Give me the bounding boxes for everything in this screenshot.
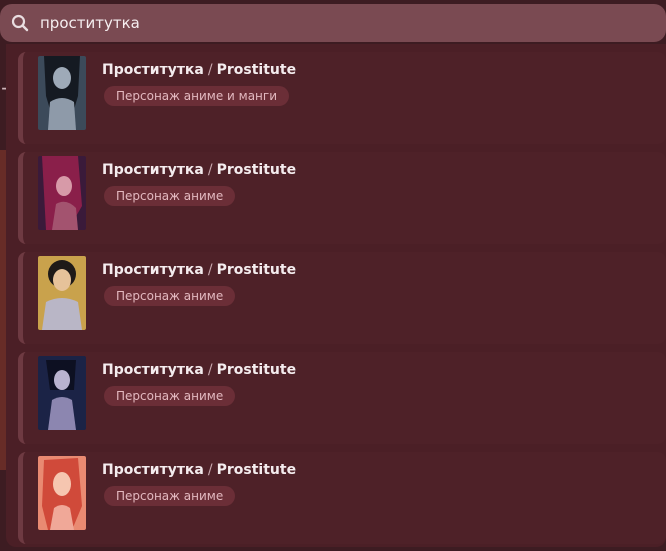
title-separator: / (207, 62, 213, 78)
search-result-item[interactable]: Проститутка / Prostitute Персонаж аниме и … (18, 52, 666, 144)
result-title: Проститутка / Prostitute (102, 62, 296, 78)
search-result-item[interactable]: Проститутка / Prostitute Персонаж аниме (18, 252, 666, 344)
result-title-ru: Проститутка (102, 462, 204, 478)
search-result-item[interactable]: Проститутка / Prostitute Персонаж аниме (18, 352, 666, 444)
search-result-item[interactable]: Проститутка / Prostitute Персонаж аниме (18, 152, 666, 244)
result-title-en: Prostitute (216, 462, 297, 478)
result-title-en: Prostitute (216, 262, 297, 278)
result-title: Проститутка / Prostitute (102, 362, 296, 378)
result-type-badge: Персонаж аниме и манги (104, 86, 290, 106)
title-separator: / (207, 362, 213, 378)
result-type-badge: Персонаж аниме (104, 486, 236, 506)
result-title-ru: Проститутка (102, 62, 204, 78)
title-separator: / (207, 162, 213, 178)
result-title-ru: Проститутка (102, 262, 204, 278)
character-thumbnail (38, 56, 86, 130)
result-title: Проститутка / Prostitute (102, 262, 296, 278)
result-title-ru: Проститутка (102, 162, 204, 178)
result-title: Проститутка / Prostitute (102, 162, 296, 178)
result-type-badge: Персонаж аниме (104, 386, 236, 406)
search-results-dropdown: Проститутка / Prostitute Персонаж аниме и … (6, 44, 666, 547)
character-thumbnail (38, 256, 86, 330)
title-separator: / (207, 462, 213, 478)
result-title-en: Prostitute (216, 62, 297, 78)
title-separator: / (207, 262, 213, 278)
result-title-en: Prostitute (216, 362, 297, 378)
search-bar[interactable] (0, 4, 666, 42)
character-thumbnail (38, 456, 86, 530)
search-icon (10, 13, 30, 33)
result-title-ru: Проститутка (102, 362, 204, 378)
search-result-item[interactable]: Проститутка / Prostitute Персонаж аниме (18, 452, 666, 544)
search-input[interactable] (40, 14, 600, 32)
character-thumbnail (38, 356, 86, 430)
result-title: Проститутка / Prostitute (102, 462, 296, 478)
result-type-badge: Персонаж аниме (104, 286, 236, 306)
character-thumbnail (38, 156, 86, 230)
result-title-en: Prostitute (216, 162, 297, 178)
result-type-badge: Персонаж аниме (104, 186, 236, 206)
